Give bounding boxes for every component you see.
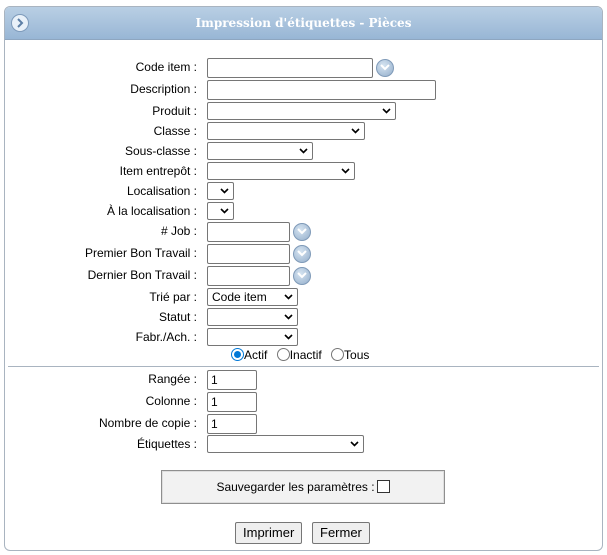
localisation-row: Localisation : [5, 182, 602, 202]
chevron-down-icon [220, 208, 229, 214]
trie-par-label: Trié par : [149, 290, 197, 304]
title-bar: Impression d'étiquettes - Pièces [5, 7, 602, 40]
item-entrepot-select[interactable] [207, 162, 355, 180]
sous-classe-label: Sous-classe : [124, 144, 197, 158]
chevron-down-icon [299, 148, 308, 154]
colonne-label: Colonne : [145, 394, 197, 408]
code-item-row: Code item : [5, 58, 602, 78]
trie-par-row: Trié par : Code item [5, 288, 602, 308]
radio-tous-label: Tous [344, 348, 370, 362]
chevron-down-circle-icon[interactable] [293, 267, 311, 285]
code-item-input[interactable] [207, 58, 373, 78]
chevron-down-icon [350, 441, 359, 447]
localisation-select[interactable] [207, 182, 234, 200]
a-la-localisation-label: À la localisation : [106, 204, 197, 218]
etiquettes-label: Étiquettes : [136, 437, 197, 451]
a-la-localisation-select[interactable] [207, 202, 234, 220]
chevron-down-icon [351, 128, 360, 134]
item-entrepot-row: Item entrepôt : [5, 162, 602, 182]
chevron-down-icon [341, 168, 350, 174]
fabr-ach-select[interactable] [207, 328, 298, 346]
radio-actif-label: Actif [244, 348, 268, 362]
premier-bon-row: Premier Bon Travail : [5, 244, 602, 264]
description-label: Description : [130, 82, 197, 96]
classe-label: Classe : [153, 124, 197, 138]
dernier-bon-label: Dernier Bon Travail : [87, 268, 197, 282]
save-params-label: Sauvegarder les paramètres : [216, 480, 375, 494]
statut-label: Statut : [158, 310, 197, 324]
radio-inactif-label: Inactif [289, 348, 322, 362]
chevron-down-icon [382, 108, 391, 114]
localisation-label: Localisation : [126, 184, 197, 198]
produit-select[interactable] [207, 102, 396, 120]
statut-select[interactable] [207, 308, 298, 326]
colonne-input[interactable] [207, 392, 257, 412]
statut-row: Statut : [5, 308, 602, 328]
trie-par-select[interactable]: Code item [207, 288, 298, 306]
dernier-bon-row: Dernier Bon Travail : [5, 266, 602, 286]
job-row: # Job : [5, 222, 602, 242]
chevron-down-circle-icon[interactable] [376, 59, 394, 77]
sous-classe-select[interactable] [207, 142, 313, 160]
produit-row: Produit : [5, 102, 602, 122]
premier-bon-label: Premier Bon Travail : [84, 246, 197, 260]
fabr-ach-label: Fabr./Ach. : [135, 330, 197, 344]
rangee-input[interactable] [207, 370, 257, 390]
radio-inactif[interactable] [276, 348, 290, 361]
close-button[interactable]: Fermer [312, 522, 370, 544]
chevron-down-circle-icon[interactable] [293, 245, 311, 263]
nombre-copie-input[interactable] [207, 414, 257, 434]
rangee-row: Rangée : [5, 370, 602, 390]
etiquettes-row: Étiquettes : [5, 435, 602, 455]
label-print-window: Impression d'étiquettes - Pièces Code it… [4, 6, 603, 551]
premier-bon-input[interactable] [207, 244, 290, 264]
code-item-label: Code item : [135, 60, 197, 74]
chevron-down-icon [220, 188, 229, 194]
chevron-down-circle-icon[interactable] [293, 223, 311, 241]
classe-select[interactable] [207, 122, 365, 140]
section-divider [8, 366, 599, 367]
save-params-box: Sauvegarder les paramètres : [161, 470, 445, 504]
description-input[interactable] [207, 80, 436, 100]
etiquettes-select[interactable] [207, 435, 364, 453]
save-params-checkbox[interactable] [376, 480, 390, 493]
trie-par-value: Code item [212, 290, 267, 304]
a-la-localisation-row: À la localisation : [5, 202, 602, 222]
radio-actif[interactable] [231, 348, 244, 361]
rangee-label: Rangée : [148, 372, 197, 386]
sous-classe-row: Sous-classe : [5, 142, 602, 162]
dernier-bon-input[interactable] [207, 266, 290, 286]
nombre-copie-row: Nombre de copie : [5, 414, 602, 434]
fabr-ach-row: Fabr./Ach. : [5, 328, 602, 348]
description-row: Description : [5, 80, 602, 100]
radio-tous[interactable] [331, 348, 345, 361]
nombre-copie-label: Nombre de copie : [98, 416, 197, 430]
chevron-down-icon [284, 334, 293, 340]
print-button[interactable]: Imprimer [235, 522, 303, 544]
circle-arrow-right-icon[interactable] [11, 14, 29, 32]
status-radio-group: Actif Inactif Tous [5, 348, 602, 368]
chevron-down-icon [284, 314, 293, 320]
colonne-row: Colonne : [5, 392, 602, 412]
chevron-down-icon [284, 294, 293, 300]
job-label: # Job : [160, 224, 197, 238]
item-entrepot-label: Item entrepôt : [119, 164, 197, 178]
window-title: Impression d'étiquettes - Pièces [195, 16, 412, 30]
produit-label: Produit : [152, 104, 197, 118]
classe-row: Classe : [5, 122, 602, 142]
job-input[interactable] [207, 222, 290, 242]
